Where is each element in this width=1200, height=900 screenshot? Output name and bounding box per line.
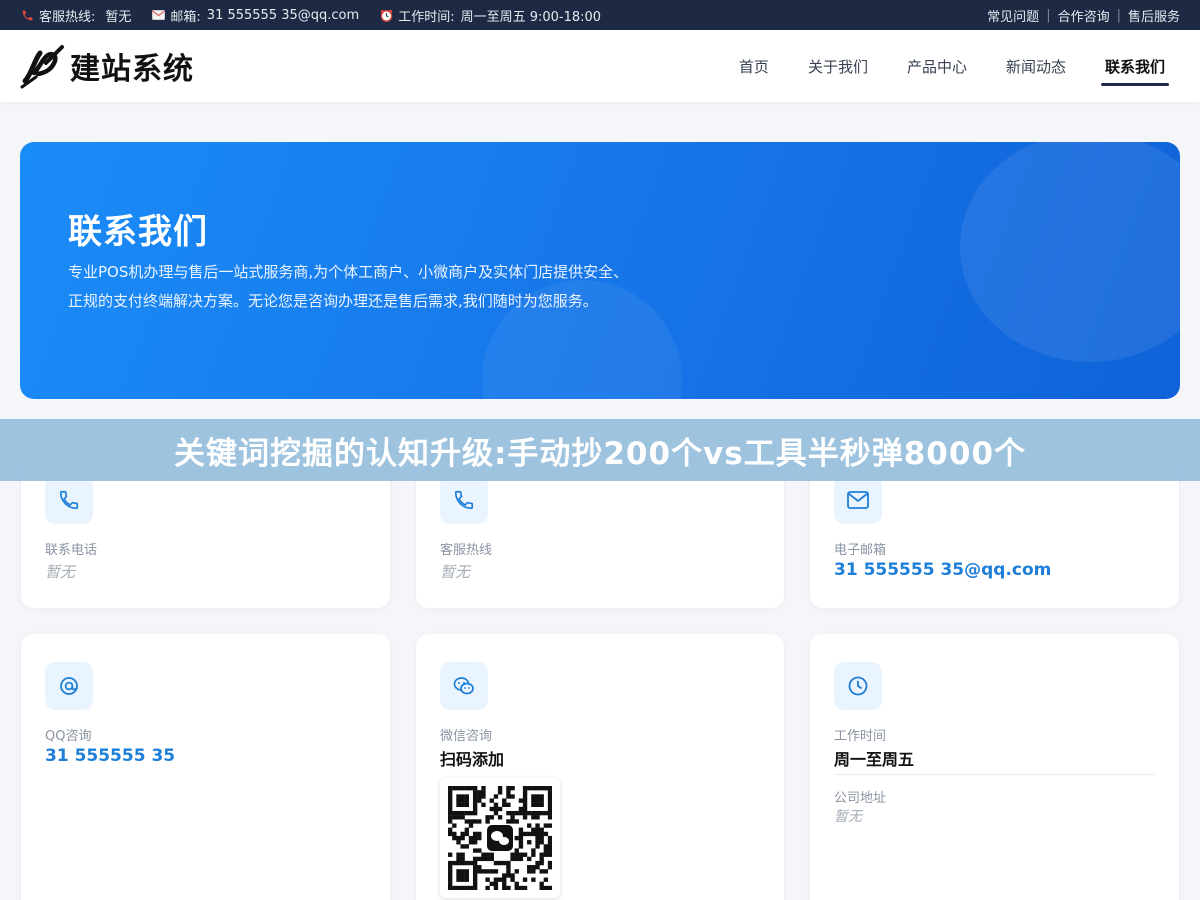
- main-nav: 首页 关于我们 产品中心 新闻动态 联系我们: [700, 30, 1170, 102]
- hero-title: 联系我们: [68, 212, 208, 252]
- email-info: 邮箱: 31 555555 35@qq.com: [151, 6, 359, 25]
- address-value: 暂无: [834, 809, 862, 825]
- faq-link[interactable]: 常见问题: [987, 6, 1039, 25]
- hotline-card: 客服热线 暂无: [416, 462, 784, 608]
- email-value[interactable]: 31 555555 35@qq.com: [834, 560, 1051, 580]
- hours-label: 工作时间: [834, 729, 887, 744]
- logo-mark-icon: [20, 45, 64, 89]
- article-title-banner: 关键词挖掘的认知升级:手动抄200个vs工具半秒弹8000个: [0, 419, 1200, 481]
- email-label: 电子邮箱: [834, 543, 887, 558]
- hotline-label: 客服热线:: [39, 9, 96, 25]
- wechat-qr-code: [440, 778, 560, 898]
- address-label: 公司地址: [834, 791, 887, 806]
- hotline-info: 客服热线: 暂无: [20, 6, 131, 25]
- qq-label: QQ咨询: [45, 729, 92, 744]
- wechat-icon: [440, 662, 488, 710]
- banner-title: 关键词挖掘的认知升级:手动抄200个vs工具半秒弹8000个: [173, 435, 1027, 472]
- wechat-label: 微信咨询: [440, 729, 493, 744]
- after-sales-link[interactable]: 售后服务: [1128, 6, 1180, 25]
- site-logo[interactable]: 建站系统: [20, 43, 194, 89]
- divider: [834, 774, 1155, 775]
- nav-home[interactable]: 首页: [739, 30, 769, 102]
- email-card: 电子邮箱 31 555555 35@qq.com: [810, 462, 1179, 608]
- site-header: 建站系统 首页 关于我们 产品中心 新闻动态 联系我们: [0, 30, 1200, 102]
- phone-card: 联系电话 暂无: [21, 462, 390, 608]
- logo-text: 建站系统: [70, 52, 194, 87]
- hotline-label: 客服热线: [440, 543, 493, 558]
- qq-card: QQ咨询 31 555555 35: [21, 634, 390, 900]
- nav-about[interactable]: 关于我们: [808, 30, 868, 102]
- nav-news[interactable]: 新闻动态: [1006, 30, 1066, 102]
- qq-value[interactable]: 31 555555 35: [45, 746, 175, 766]
- contact-hero: 联系我们 专业POS机办理与售后一站式服务商,为个体工商户、小微商户及实体门店提…: [20, 142, 1180, 399]
- email-value[interactable]: 31 555555 35@qq.com: [207, 8, 359, 23]
- separator: |: [1116, 7, 1121, 23]
- hotline-value: 暂无: [105, 9, 132, 25]
- top-info-bar: 客服热线: 暂无 邮箱: 31 555555 35@qq.com 工作时间: 周…: [0, 0, 1200, 30]
- hours-label: 工作时间:: [398, 9, 455, 25]
- envelope-icon: [151, 8, 165, 22]
- hours-value: 周一至周五: [834, 750, 915, 769]
- hero-description: 专业POS机办理与售后一站式服务商,为个体工商户、小微商户及实体门店提供安全、正…: [68, 263, 629, 310]
- email-label: 邮箱:: [170, 9, 201, 25]
- qq-icon: [45, 662, 93, 710]
- phone-label: 联系电话: [45, 543, 98, 558]
- nav-products[interactable]: 产品中心: [907, 30, 967, 102]
- phone-icon: [20, 8, 34, 22]
- decorative-circle: [960, 142, 1180, 362]
- clock-icon: [834, 662, 882, 710]
- alarm-clock-icon: [379, 8, 393, 22]
- qr-code-icon: [448, 786, 552, 890]
- cooperation-link[interactable]: 合作咨询: [1058, 6, 1110, 25]
- wechat-value: 扫码添加: [440, 750, 505, 769]
- hotline-value: 暂无: [440, 563, 471, 581]
- separator: |: [1046, 7, 1051, 23]
- phone-icon: [440, 476, 488, 524]
- wechat-card: 微信咨询 扫码添加: [416, 634, 784, 900]
- hours-info: 工作时间: 周一至周五 9:00-18:00: [379, 6, 601, 25]
- phone-icon: [45, 476, 93, 524]
- mail-icon: [834, 476, 882, 524]
- nav-contact[interactable]: 联系我们: [1100, 30, 1170, 102]
- phone-value: 暂无: [45, 563, 76, 581]
- hours-value: 周一至周五 9:00-18:00: [460, 9, 602, 25]
- hours-card: 工作时间 周一至周五 公司地址 暂无: [810, 634, 1179, 900]
